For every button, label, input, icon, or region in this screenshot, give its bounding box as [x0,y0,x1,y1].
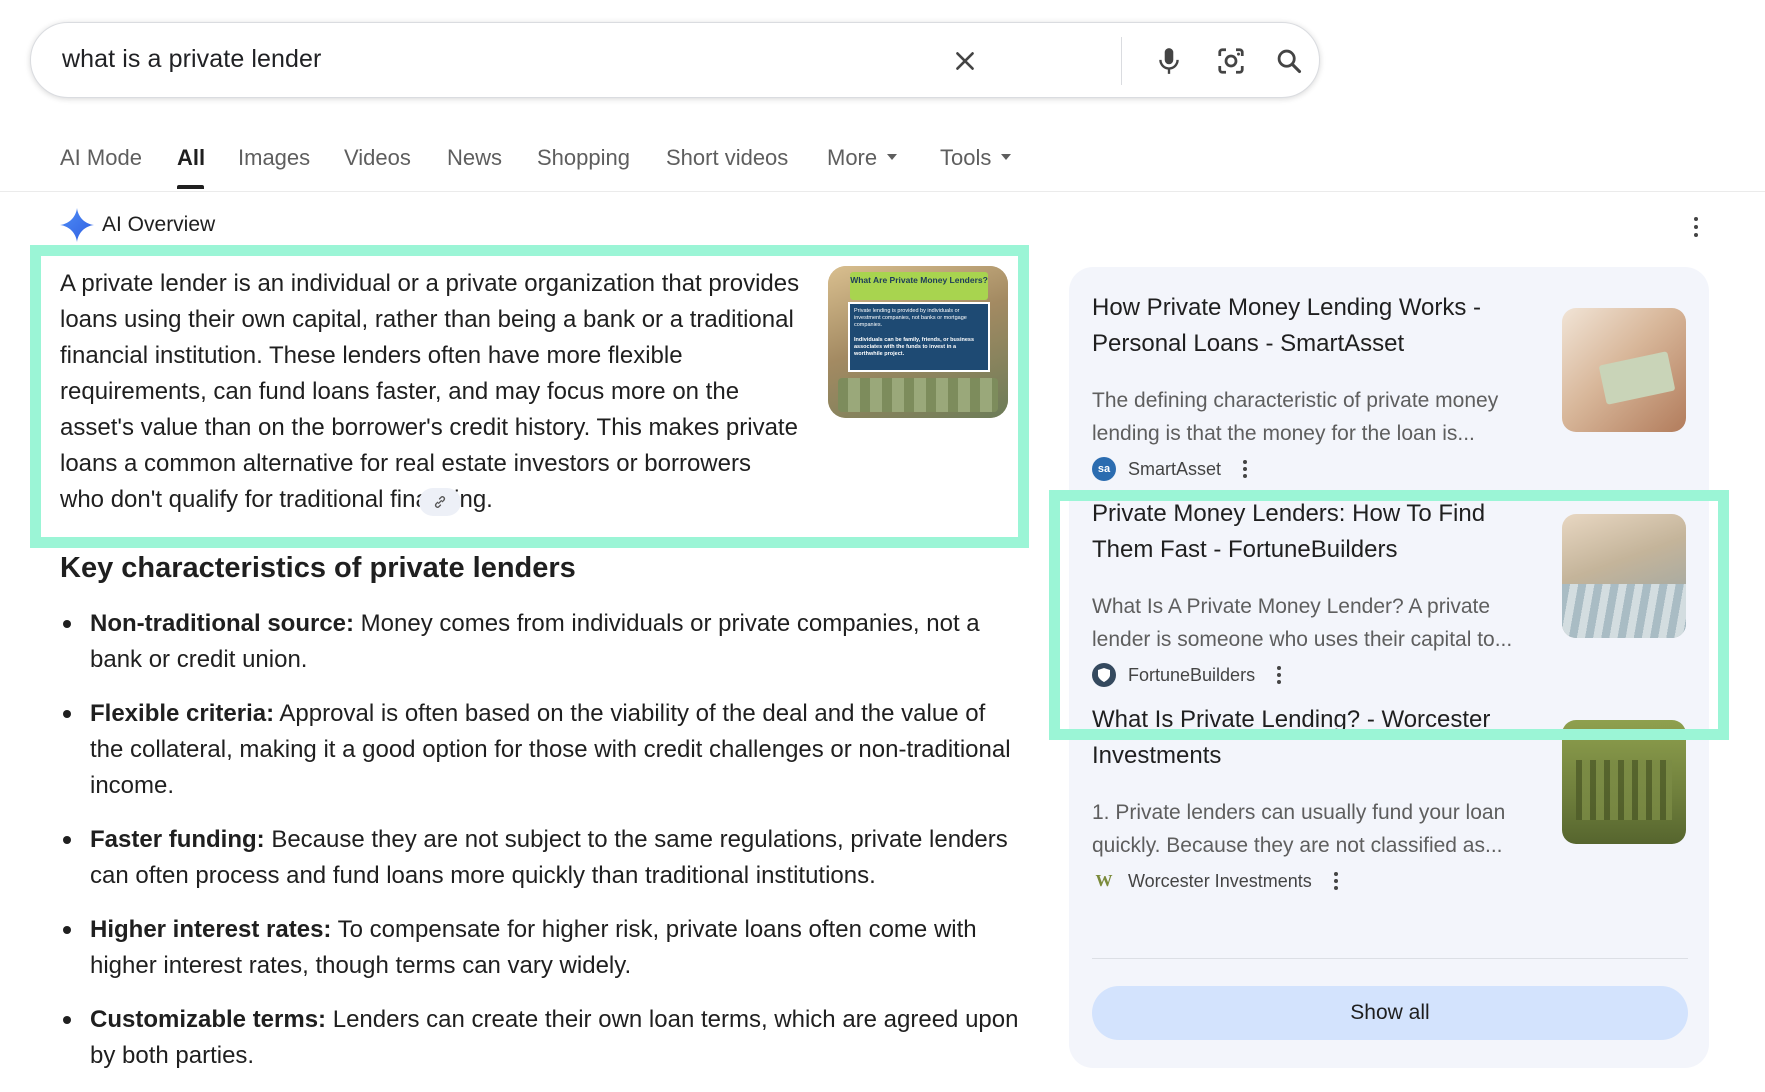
tab-images[interactable]: Images [238,145,310,171]
search-input[interactable]: what is a private lender [62,45,321,74]
more-options-icon[interactable] [1243,460,1248,478]
highlight-frame-overview [30,245,1029,548]
key-characteristics-heading: Key characteristics of private lenders [60,552,576,584]
smartasset-favicon-icon: sa [1092,457,1116,481]
source-card-thumbnail[interactable] [1562,308,1686,432]
tab-shopping[interactable]: Shopping [537,145,630,171]
search-bar[interactable]: what is a private lender [30,22,1320,98]
ai-overview-label: AI Overview [102,213,216,236]
thumbnail-detail [1576,760,1672,820]
tab-short-videos[interactable]: Short videos [666,145,788,171]
tab-more[interactable]: More [827,145,898,171]
active-tab-indicator [177,185,204,189]
tab-news[interactable]: News [447,145,502,171]
more-options-icon[interactable] [1684,212,1708,242]
source-card-smartasset[interactable]: How Private Money Lending Works - Person… [1092,284,1688,484]
search-divider [1121,37,1122,85]
source-card-title[interactable]: How Private Money Lending Works - Person… [1092,290,1522,362]
list-item: Customizable terms: Lenders can create t… [60,1002,1020,1074]
source-card-snippet: 1. Private lenders can usually fund your… [1092,801,1506,857]
list-item-term: Higher interest rates: [90,916,332,943]
tab-all[interactable]: All [177,145,205,171]
close-icon[interactable] [943,39,987,83]
list-item-term: Faster funding: [90,826,265,853]
sources-divider [1092,958,1688,959]
worcester-favicon-icon: W [1095,871,1113,890]
list-item: Higher interest rates: To compensate for… [60,912,1020,984]
search-icon[interactable] [1267,39,1311,83]
source-name: SmartAsset [1128,458,1222,479]
thumbnail-detail [1598,351,1676,405]
tab-ai-mode[interactable]: AI Mode [60,145,142,171]
camera-lens-icon[interactable] [1209,39,1253,83]
gemini-sparkle-icon [60,208,94,242]
chevron-down-icon [1001,154,1012,161]
ai-overview-header: AI Overview [60,208,215,242]
list-item-term: Non-traditional source: [90,610,355,637]
tab-tools[interactable]: Tools [940,145,1012,171]
mic-icon[interactable] [1147,39,1191,83]
chevron-down-icon [887,154,898,161]
search-tabs: AI Mode All Images Videos News Shopping … [0,140,1765,192]
list-item-term: Flexible criteria: [90,700,275,727]
tab-videos[interactable]: Videos [344,145,411,171]
source-card-footer: W Worcester Investments [1092,868,1338,894]
tab-more-label: More [827,145,878,170]
source-card-snippet: The defining characteristic of private m… [1092,389,1499,445]
list-item-term: Customizable terms: [90,1006,327,1033]
list-item: Non-traditional source: Money comes from… [60,606,1020,678]
more-options-icon[interactable] [1333,872,1338,890]
list-item: Flexible criteria: Approval is often bas… [60,696,1020,804]
key-characteristics-list: Non-traditional source: Money comes from… [60,606,1020,1092]
list-item: Faster funding: Because they are not sub… [60,822,1020,894]
highlight-frame-source-card [1049,490,1729,740]
show-all-button[interactable]: Show all [1092,986,1688,1040]
source-name: Worcester Investments [1128,870,1312,891]
source-card-footer: sa SmartAsset [1092,456,1248,482]
tab-tools-label: Tools [940,145,992,170]
